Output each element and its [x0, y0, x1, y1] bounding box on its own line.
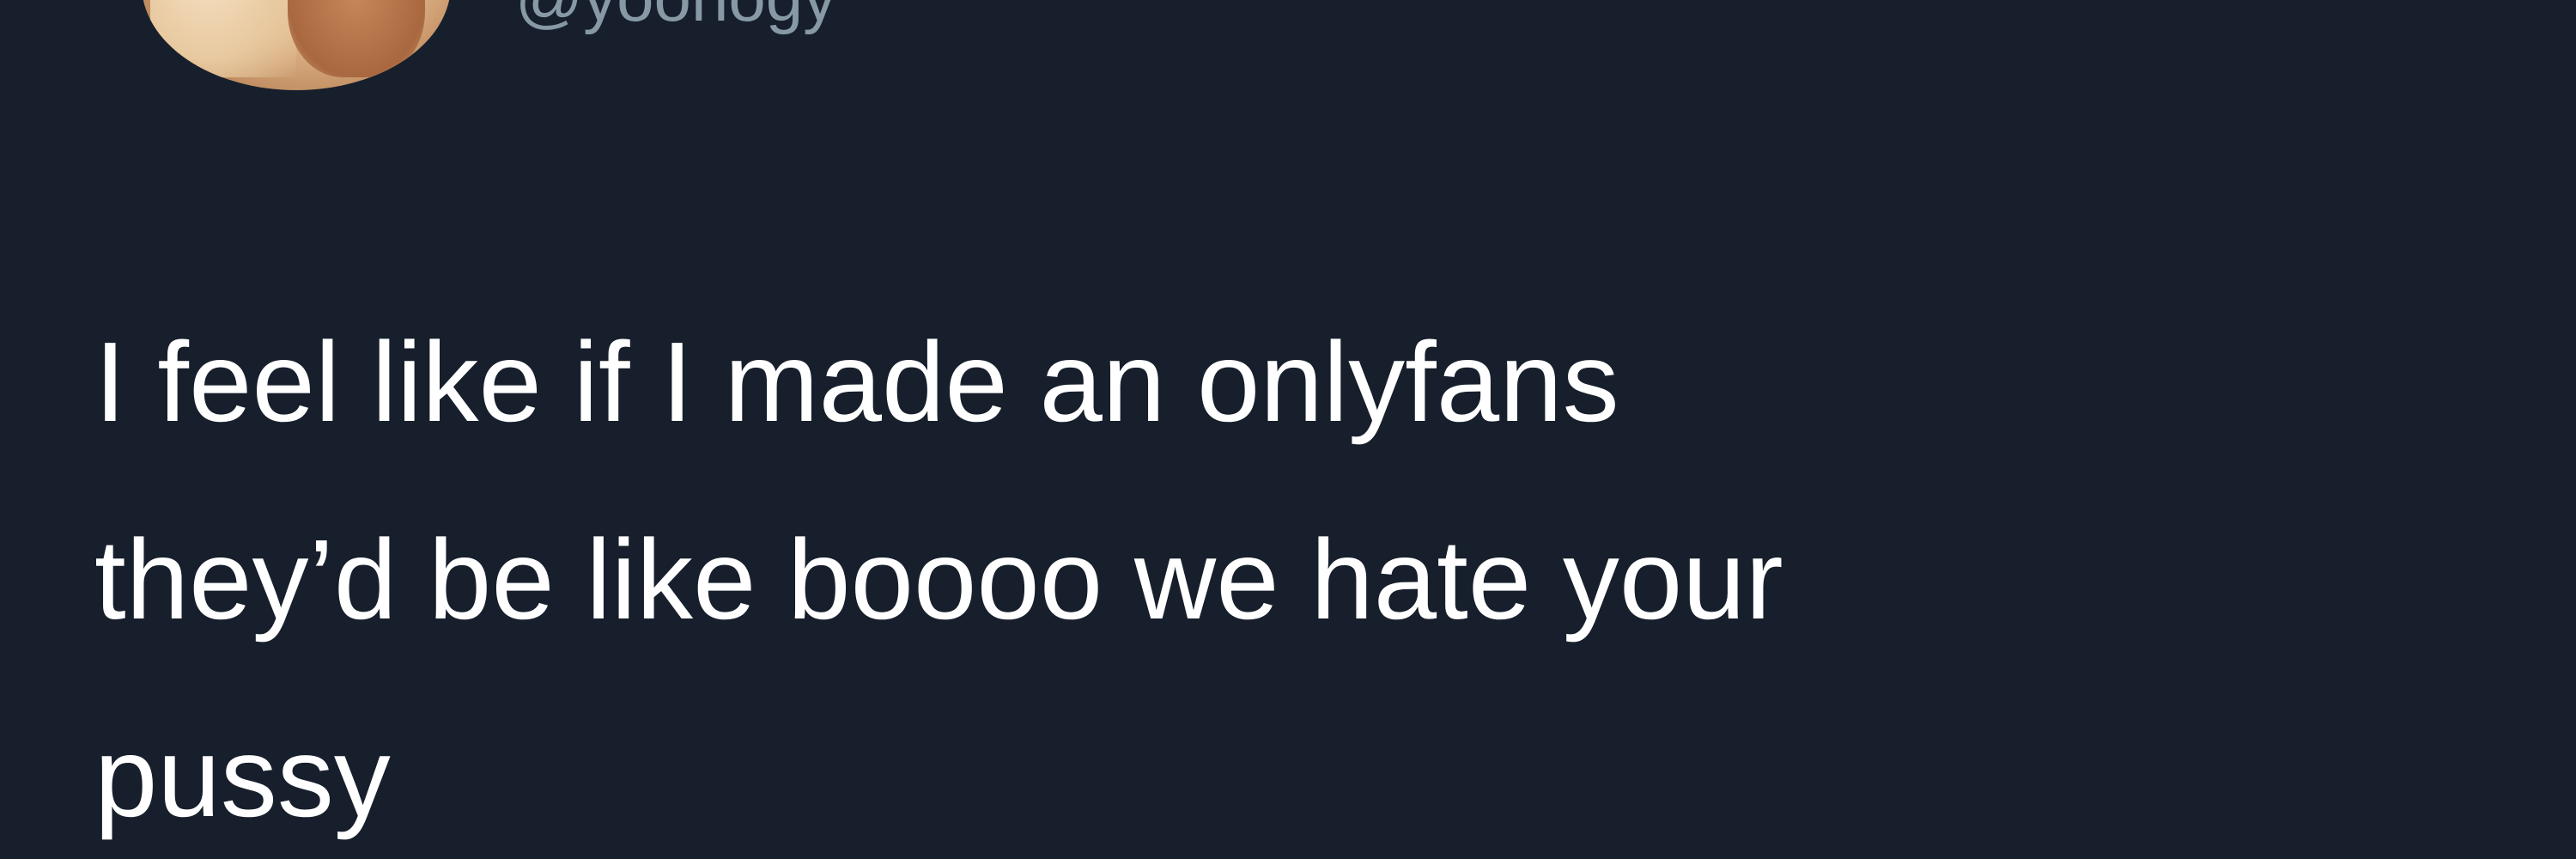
- user-handle[interactable]: @yoonogy: [515, 0, 836, 31]
- avatar-hair-shape: [150, 0, 296, 77]
- tweet-text: I feel like if I made an onlyfans they’d…: [94, 319, 1783, 840]
- profile-avatar[interactable]: [142, 0, 451, 90]
- avatar-skin-shape: [288, 0, 425, 77]
- tweet-card: @yoonogy I feel like if I made an onlyfa…: [0, 0, 2576, 859]
